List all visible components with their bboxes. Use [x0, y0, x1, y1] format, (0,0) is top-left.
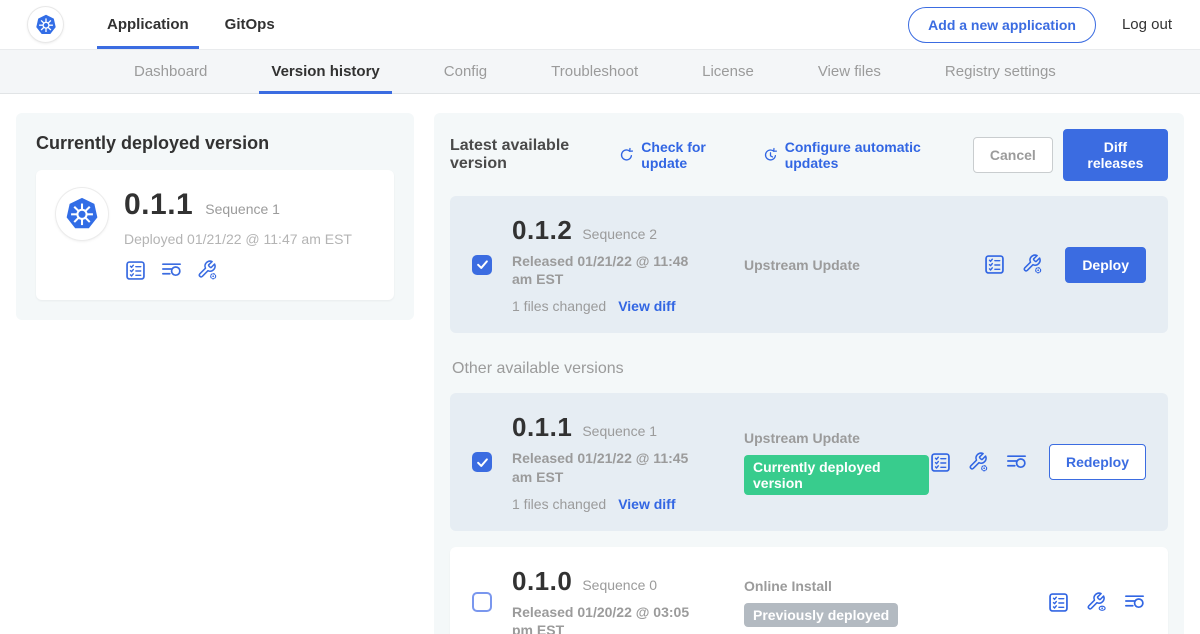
tab-application[interactable]: Application	[97, 0, 199, 49]
add-application-button[interactable]: Add a new application	[908, 7, 1096, 43]
subtab-registry-settings[interactable]: Registry settings	[933, 50, 1068, 93]
subtab-troubleshoot[interactable]: Troubleshoot	[539, 50, 650, 93]
previously-deployed-badge: Previously deployed	[744, 603, 898, 627]
configure-automatic-updates-label: Configure automatic updates	[785, 139, 947, 171]
wrench-gear-icon[interactable]	[1021, 253, 1044, 276]
app-icon	[56, 188, 108, 240]
logout-link[interactable]: Log out	[1122, 16, 1172, 33]
currently-deployed-panel: Currently deployed version 0.1.1 Sequenc…	[16, 113, 414, 320]
released-timestamp: Released 01/21/22 @ 11:45 am EST	[512, 449, 712, 485]
subtab-version-history[interactable]: Version history	[259, 50, 391, 93]
clock-refresh-icon	[762, 147, 779, 164]
main-content: Currently deployed version 0.1.1 Sequenc…	[0, 94, 1200, 634]
version-card-0-1-1: 0.1.1 Sequence 1 Released 01/21/22 @ 11:…	[450, 393, 1168, 530]
wrench-gear-icon[interactable]	[196, 259, 219, 282]
deployed-panel-title: Currently deployed version	[36, 133, 394, 154]
deployed-timestamp: Deployed 01/21/22 @ 11:47 am EST	[124, 231, 352, 247]
diff-releases-button[interactable]: Diff releases	[1063, 129, 1168, 181]
sequence-label: Sequence 2	[582, 226, 657, 242]
files-changed-label: 1 files changed	[512, 298, 606, 314]
version-checkbox[interactable]	[472, 255, 492, 275]
wrench-eye-icon[interactable]	[1085, 591, 1108, 614]
view-diff-link[interactable]: View diff	[618, 298, 675, 314]
sequence-label: Sequence 1	[582, 423, 657, 439]
other-versions-title: Other available versions	[452, 360, 1166, 378]
available-panel-header: Latest available version Check for updat…	[450, 129, 1168, 181]
subtab-config[interactable]: Config	[432, 50, 499, 93]
cancel-button[interactable]: Cancel	[973, 137, 1053, 173]
redeploy-button[interactable]: Redeploy	[1049, 444, 1146, 480]
version-number: 0.1.1	[512, 412, 572, 443]
version-source-label: Upstream Update	[744, 430, 929, 446]
currently-deployed-badge: Currently deployed version	[744, 455, 929, 495]
version-source-label: Online Install	[744, 578, 1047, 594]
configure-automatic-updates-link[interactable]: Configure automatic updates	[762, 139, 947, 171]
logs-magnifier-icon[interactable]	[1005, 451, 1028, 474]
deploy-button[interactable]: Deploy	[1065, 247, 1146, 283]
version-number: 0.1.0	[512, 566, 572, 597]
check-for-update-label: Check for update	[641, 139, 735, 171]
deployed-version-number: 0.1.1	[124, 188, 193, 222]
checklist-icon[interactable]	[929, 451, 952, 474]
released-timestamp: Released 01/21/22 @ 11:48 am EST	[512, 252, 712, 288]
available-versions-panel: Latest available version Check for updat…	[434, 113, 1184, 634]
view-diff-link[interactable]: View diff	[618, 496, 675, 512]
version-source-label: Upstream Update	[744, 257, 983, 273]
kubernetes-logo	[28, 7, 63, 42]
checklist-icon[interactable]	[124, 259, 147, 282]
logs-magnifier-icon[interactable]	[160, 259, 183, 282]
deployed-sequence-label: Sequence 1	[205, 201, 280, 217]
deployed-version-card: 0.1.1 Sequence 1 Deployed 01/21/22 @ 11:…	[36, 170, 394, 300]
checklist-icon[interactable]	[1047, 591, 1070, 614]
tab-gitops[interactable]: GitOps	[215, 0, 285, 49]
version-card-0-1-2: 0.1.2 Sequence 2 Released 01/21/22 @ 11:…	[450, 196, 1168, 333]
version-checkbox[interactable]	[472, 452, 492, 472]
wrench-gear-icon[interactable]	[967, 451, 990, 474]
top-nav: Application GitOps Add a new application…	[0, 0, 1200, 49]
files-changed-label: 1 files changed	[512, 496, 606, 512]
version-number: 0.1.2	[512, 215, 572, 246]
released-timestamp: Released 01/20/22 @ 03:05 pm EST	[512, 603, 712, 634]
checklist-icon[interactable]	[983, 253, 1006, 276]
latest-available-title: Latest available version	[450, 137, 604, 173]
app-sub-nav: Dashboard Version history Config Trouble…	[0, 49, 1200, 94]
subtab-license[interactable]: License	[690, 50, 766, 93]
version-card-0-1-0: 0.1.0 Sequence 0 Released 01/20/22 @ 03:…	[450, 547, 1168, 634]
refresh-icon	[618, 147, 635, 164]
version-checkbox[interactable]	[472, 592, 492, 612]
subtab-view-files[interactable]: View files	[806, 50, 893, 93]
subtab-dashboard[interactable]: Dashboard	[122, 50, 219, 93]
check-for-update-link[interactable]: Check for update	[618, 139, 735, 171]
logs-magnifier-icon[interactable]	[1123, 591, 1146, 614]
sequence-label: Sequence 0	[582, 577, 657, 593]
